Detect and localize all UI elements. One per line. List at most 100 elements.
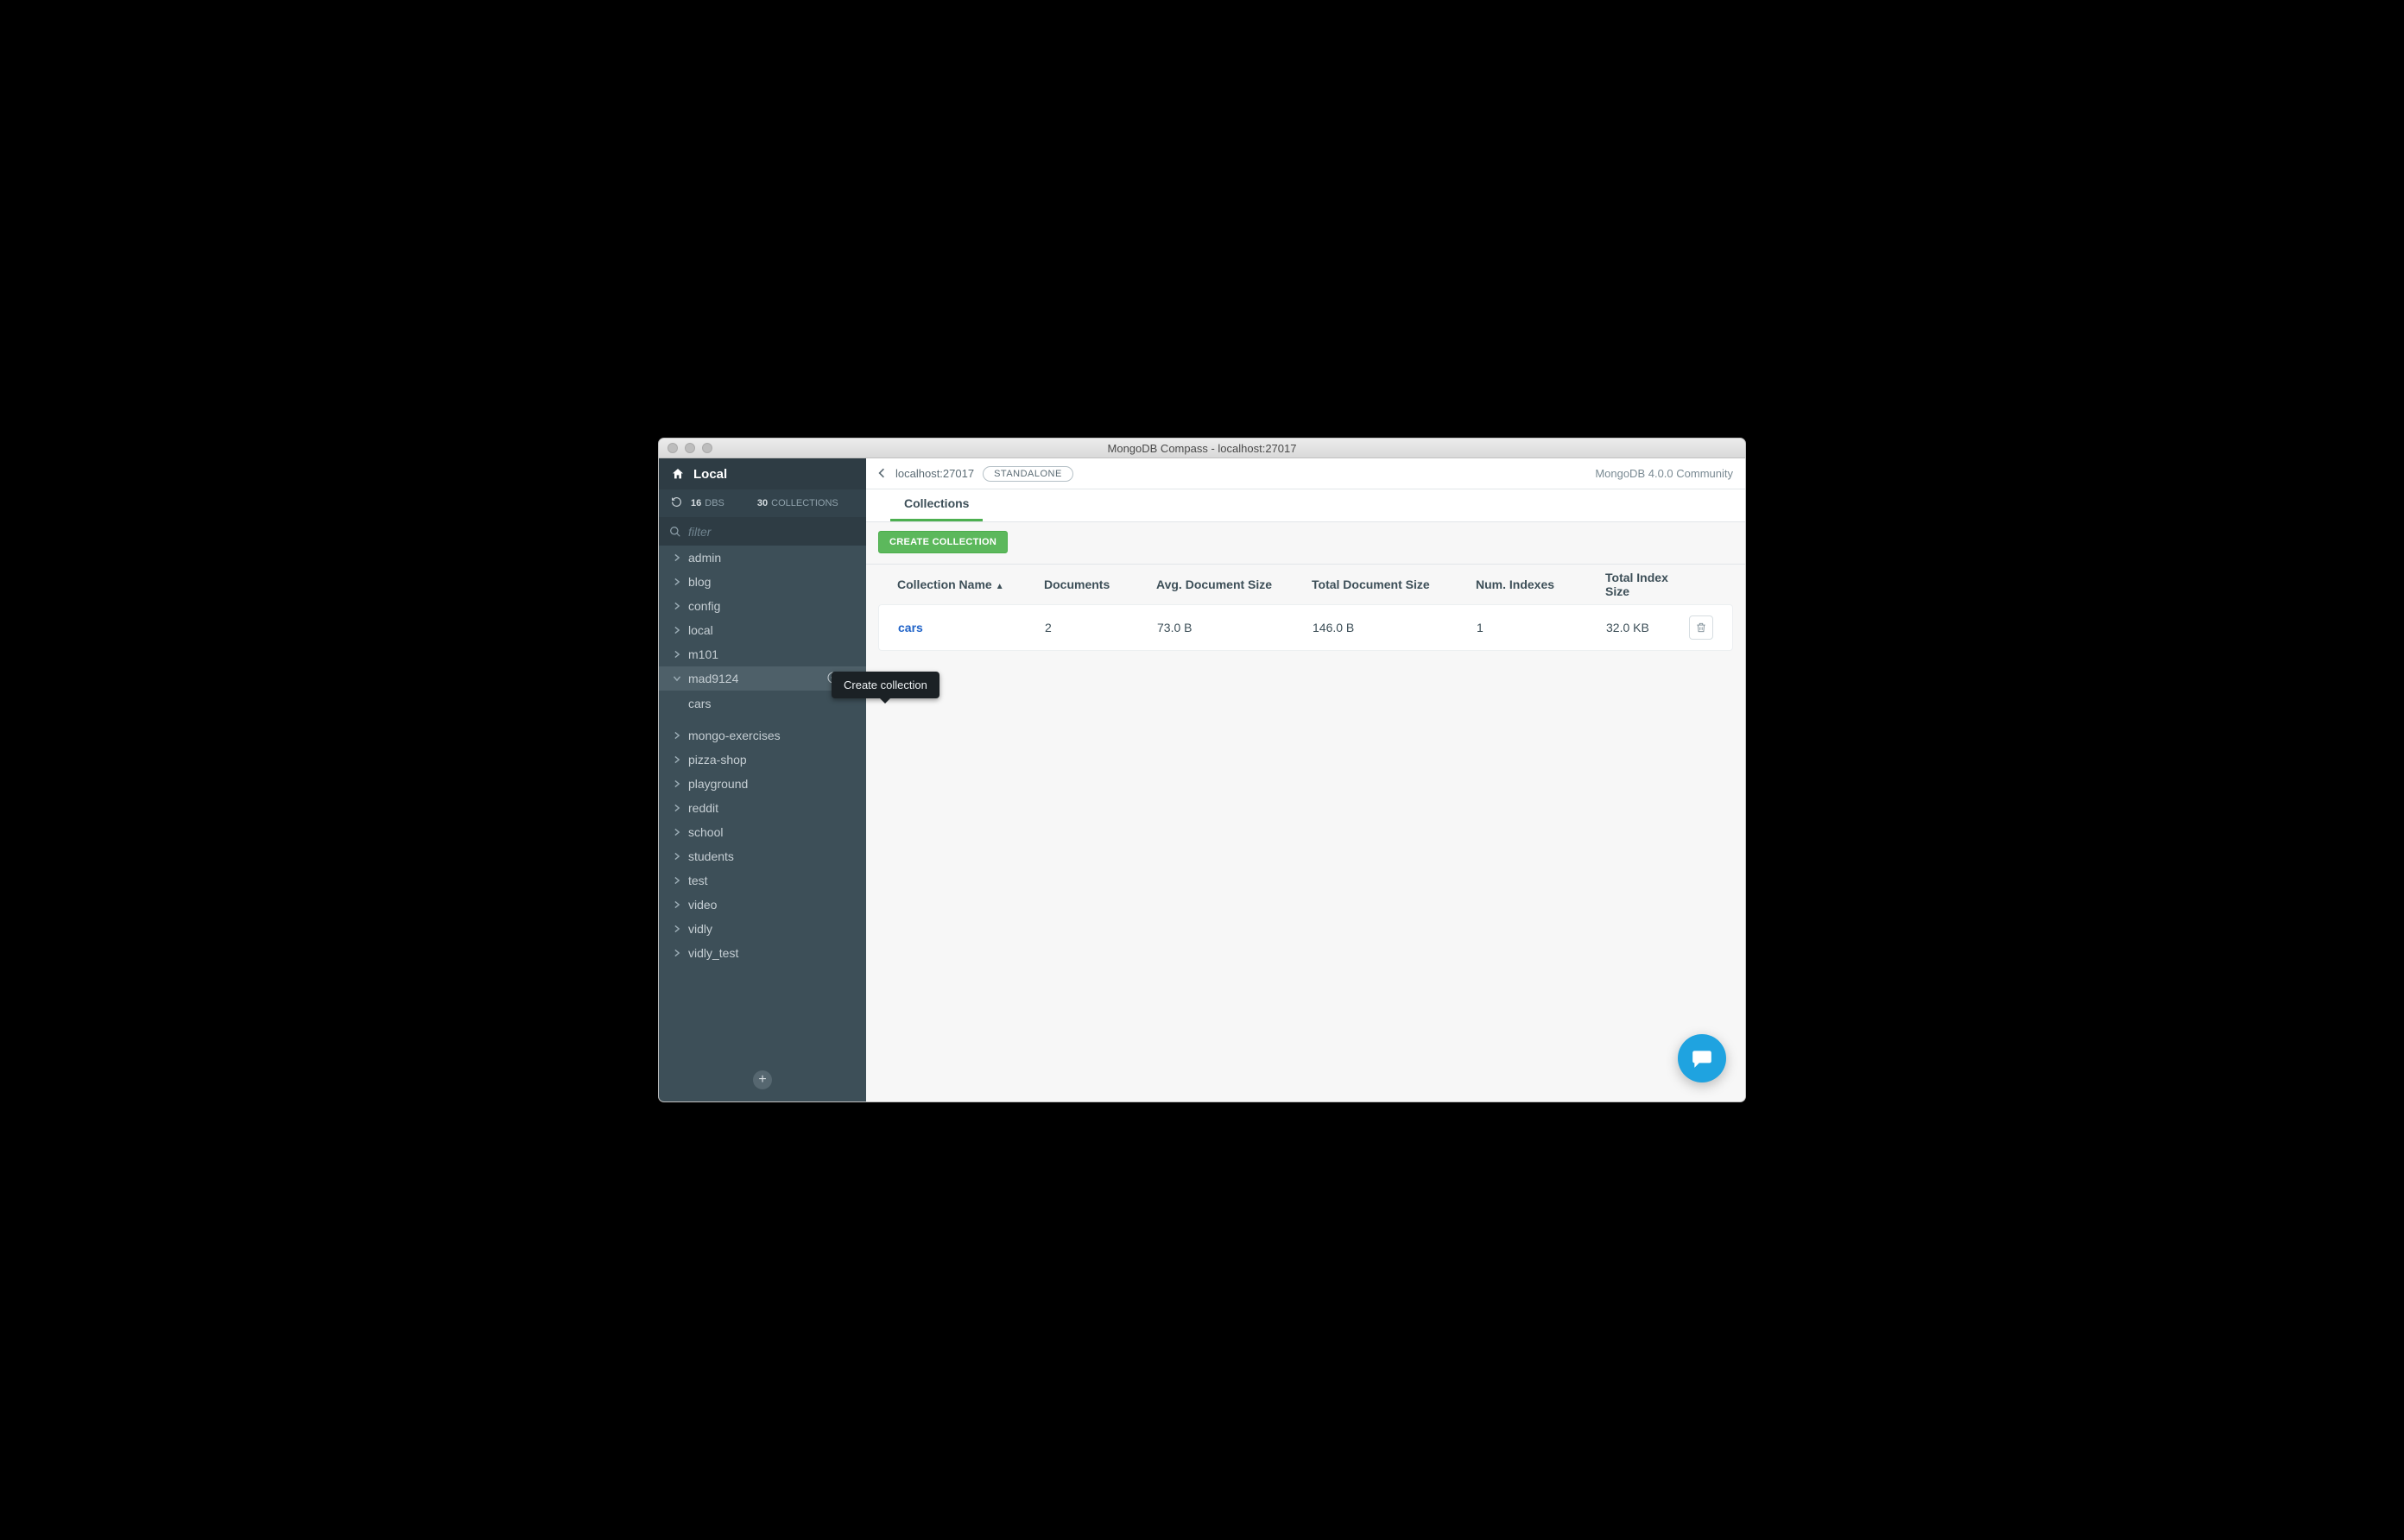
sidebar-database-item[interactable]: blog	[659, 570, 866, 594]
database-name: mongo-exercises	[688, 729, 857, 742]
database-name: vidly_test	[688, 946, 857, 960]
db-count: 16	[691, 498, 701, 508]
table-header-row: Collection Name▲ Documents Avg. Document…	[878, 565, 1733, 604]
tab-collections[interactable]: Collections	[890, 488, 983, 521]
main-pane: localhost:27017 STANDALONE MongoDB 4.0.0…	[866, 458, 1745, 1101]
sidebar: Local 16 DBS 30 COLLECTIONS admin blog con…	[659, 458, 866, 1101]
sidebar-database-item[interactable]: pizza-shop	[659, 748, 866, 772]
chevron-right-icon	[671, 553, 683, 562]
sidebar-database-item[interactable]: reddit	[659, 796, 866, 820]
create-database-button[interactable]: +	[753, 1070, 772, 1089]
chevron-right-icon	[671, 578, 683, 586]
database-name: local	[688, 623, 857, 637]
sidebar-database-item[interactable]: vidly_test	[659, 941, 866, 965]
action-bar: CREATE COLLECTION	[866, 522, 1745, 565]
col-avg-header[interactable]: Avg. Document Size	[1156, 578, 1312, 591]
cell-idx: 1	[1477, 621, 1606, 634]
chevron-right-icon	[671, 876, 683, 885]
database-name: playground	[688, 777, 857, 791]
col-name-header[interactable]: Collection Name▲	[897, 578, 1044, 591]
topbar: localhost:27017 STANDALONE MongoDB 4.0.0…	[866, 458, 1745, 489]
help-chat-button[interactable]	[1678, 1034, 1726, 1082]
database-name: students	[688, 849, 857, 863]
database-name: m101	[688, 647, 857, 661]
sidebar-database-item[interactable]: playground	[659, 772, 866, 796]
server-version: MongoDB 4.0.0 Community	[1595, 467, 1733, 480]
cell-total: 146.0 B	[1313, 621, 1477, 634]
collection-link[interactable]: cars	[898, 621, 1045, 634]
col-total-header[interactable]: Total Document Size	[1312, 578, 1476, 591]
database-name: pizza-shop	[688, 753, 857, 767]
db-count-label: DBS	[705, 498, 724, 508]
collections-table: Collection Name▲ Documents Avg. Document…	[866, 565, 1745, 663]
chevron-right-icon	[671, 828, 683, 836]
chevron-right-icon	[671, 925, 683, 933]
sidebar-database-item[interactable]: admin	[659, 546, 866, 570]
database-name: test	[688, 874, 857, 887]
chevron-right-icon	[671, 626, 683, 634]
app-window: MongoDB Compass - localhost:27017 Local …	[658, 438, 1746, 1102]
cell-avg: 73.0 B	[1157, 621, 1313, 634]
chevron-right-icon	[671, 779, 683, 788]
sidebar-header[interactable]: Local	[659, 458, 866, 489]
topology-badge: STANDALONE	[983, 466, 1073, 482]
col-docs-header[interactable]: Documents	[1044, 578, 1156, 591]
chevron-right-icon	[671, 755, 683, 764]
col-idx-header[interactable]: Num. Indexes	[1476, 578, 1605, 591]
database-name: blog	[688, 575, 857, 589]
chevron-right-icon	[671, 804, 683, 812]
home-icon	[671, 467, 685, 481]
filter-input[interactable]	[688, 525, 856, 539]
database-name: mad9124	[688, 672, 826, 685]
database-name: video	[688, 898, 857, 912]
chevron-right-icon	[671, 731, 683, 740]
chat-icon	[1691, 1047, 1713, 1070]
tabs: Collections	[866, 489, 1745, 522]
coll-count: 30	[757, 498, 768, 508]
minimize-window-button[interactable]	[685, 443, 695, 453]
chevron-right-icon	[671, 852, 683, 861]
cell-docs: 2	[1045, 621, 1157, 634]
breadcrumb[interactable]: localhost:27017	[895, 467, 974, 480]
create-collection-tooltip: Create collection	[832, 672, 939, 698]
back-button[interactable]	[878, 467, 887, 481]
chevron-right-icon	[671, 602, 683, 610]
sidebar-database-item[interactable]: test	[659, 868, 866, 893]
search-icon	[669, 526, 681, 538]
database-name: config	[688, 599, 857, 613]
sidebar-database-item[interactable]: m101	[659, 642, 866, 666]
chevron-down-icon	[671, 675, 683, 682]
create-collection-button[interactable]: CREATE COLLECTION	[878, 531, 1008, 553]
sidebar-database-item[interactable]: local	[659, 618, 866, 642]
sidebar-database-item[interactable]: mongo-exercises	[659, 723, 866, 748]
chevron-right-icon	[671, 949, 683, 957]
sidebar-database-item[interactable]: video	[659, 893, 866, 917]
trash-icon	[1695, 622, 1707, 634]
database-name: vidly	[688, 922, 857, 936]
sidebar-search	[659, 517, 866, 546]
database-name: admin	[688, 551, 857, 565]
sidebar-database-item[interactable]: vidly	[659, 917, 866, 941]
coll-count-label: COLLECTIONS	[771, 498, 838, 508]
delete-collection-button[interactable]	[1689, 615, 1713, 640]
traffic-lights	[667, 443, 712, 453]
chevron-right-icon	[671, 650, 683, 659]
close-window-button[interactable]	[667, 443, 678, 453]
sidebar-database-item[interactable]: school	[659, 820, 866, 844]
col-idxsize-header[interactable]: Total Index Size	[1605, 571, 1673, 598]
zoom-window-button[interactable]	[702, 443, 712, 453]
sidebar-database-item[interactable]: students	[659, 844, 866, 868]
refresh-icon[interactable]	[671, 496, 682, 510]
database-name: reddit	[688, 801, 857, 815]
sidebar-title: Local	[693, 467, 727, 482]
sidebar-database-item[interactable]: config	[659, 594, 866, 618]
window-title: MongoDB Compass - localhost:27017	[659, 442, 1745, 455]
chevron-right-icon	[671, 900, 683, 909]
cell-idxsize: 32.0 KB	[1606, 621, 1672, 634]
sidebar-stats: 16 DBS 30 COLLECTIONS	[659, 489, 866, 517]
database-list: adminblogconfiglocalm101mad9124carsmongo…	[659, 546, 866, 1101]
database-name: school	[688, 825, 857, 839]
table-row: cars 2 73.0 B 146.0 B 1 32.0 KB	[878, 604, 1733, 651]
titlebar: MongoDB Compass - localhost:27017	[658, 438, 1746, 458]
sort-asc-icon: ▲	[996, 582, 1004, 591]
